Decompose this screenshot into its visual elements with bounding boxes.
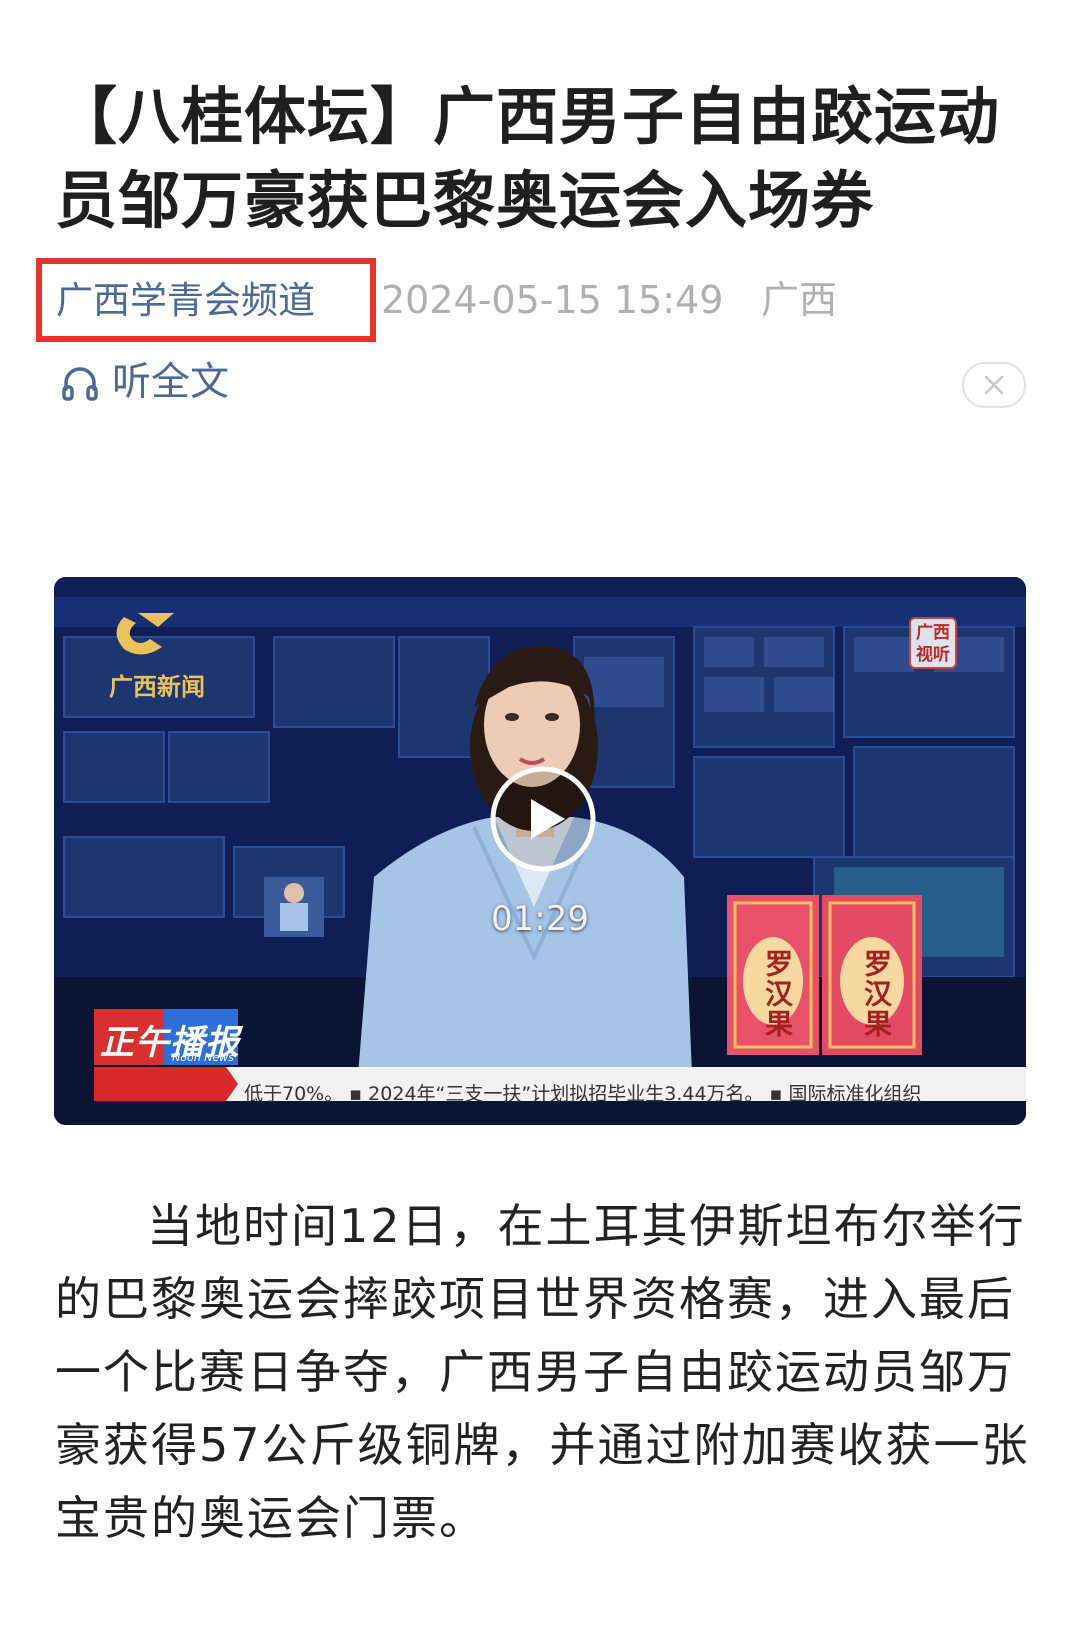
program-name-en: Noon News: [172, 1051, 234, 1064]
video-duration: 01:29: [491, 899, 589, 939]
publish-date: 2024-05-15 15:49: [381, 278, 724, 322]
article-title: 【八桂体坛】广西男子自由跤运动员邹万豪获巴黎奥运会入场券: [55, 80, 1001, 237]
product-label-right: 罗汉果: [860, 949, 893, 1039]
corner-badge: 广西视听: [909, 617, 957, 669]
listen-label: 听全文: [112, 360, 230, 405]
headphones-icon: [62, 367, 98, 401]
publish-region: 广西: [761, 278, 838, 322]
play-icon[interactable]: [489, 765, 597, 873]
source-highlight-box[interactable]: 广西学青会频道: [36, 258, 376, 342]
article-body: 当地时间12日，在土耳其伊斯坦布尔举行的巴黎奥运会摔跤项目世界资格赛，进入最后一…: [55, 1199, 1030, 1545]
source-channel-link[interactable]: 广西学青会频道: [56, 276, 315, 326]
product-label-left: 罗汉果: [761, 949, 794, 1039]
listen-full-text-button[interactable]: 听全文: [60, 355, 229, 411]
video-player[interactable]: 广西新闻 广西视听 正午播报 Noon News 罗汉果 罗汉果 低于70%。 …: [54, 577, 1026, 1125]
article-meta: 广西学青会频道 2024-05-15 15:49 广西: [36, 258, 1046, 342]
close-listen-button[interactable]: [962, 362, 1026, 408]
news-ticker: 低于70%。 ▪ 2024年“三支一扶”计划拟招毕业生3.44万名。 ▪ 国际标…: [244, 1083, 922, 1105]
close-icon: [984, 375, 1004, 395]
channel-logo-text: 广西新闻: [109, 673, 205, 701]
